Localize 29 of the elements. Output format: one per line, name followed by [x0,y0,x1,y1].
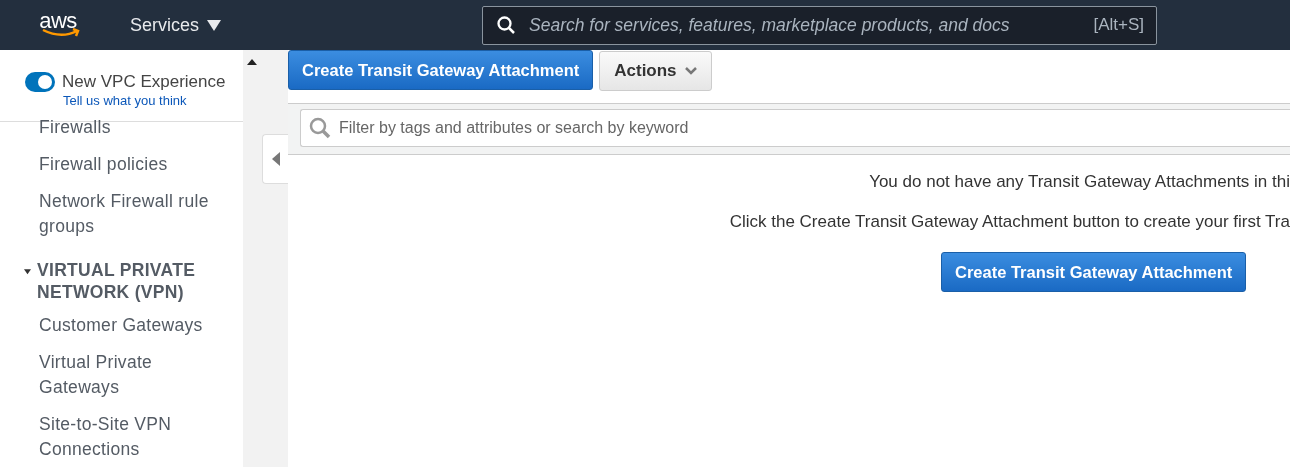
filter-bar[interactable]: Filter by tags and attributes or search by keyword [300,109,1290,147]
create-button[interactable]: Create Transit Gateway Attachment [288,50,594,90]
empty-message: Click the Create Transit Gateway Attachment button to create your first Tra [729,212,1290,232]
chevron-down-icon [684,67,697,75]
nav-link[interactable]: Network Firewall rule groups [0,189,243,251]
collapse-button[interactable] [262,134,288,184]
empty-message: You do not have any Transit Gateway Attachments in thi [869,172,1290,192]
nav-link[interactable]: Site-to-Site VPN Connections [0,412,243,467]
shortcut-hint: [Alt+S] [1093,15,1144,35]
toggle-switch[interactable] [25,72,55,92]
nav-link[interactable]: Firewall policies [0,152,243,189]
section-heading: VIRTUAL PRIVATE NETWORK (VPN) [37,259,197,303]
caret-down-icon[interactable] [24,266,31,277]
actions-button[interactable]: Actions [599,51,712,91]
search-input[interactable]: Search for services, features, marketplace products, and docs [527,13,1082,37]
search-icon [309,117,331,139]
nav-link[interactable]: Customer Gateways [0,313,243,350]
nav-link[interactable]: Firewalls [0,115,243,152]
nav-link[interactable]: Virtual Private Gateways [0,350,243,412]
caret-left-icon [271,152,280,166]
feedback-link[interactable]: Tell us what you think [63,93,243,108]
toggle-label: New VPC Experience [62,72,226,92]
caret-icon [207,19,222,31]
scroll-up-icon[interactable] [247,59,257,65]
services-menu[interactable]: Services [130,14,482,36]
aws-logo[interactable]: aws [39,12,77,38]
create-button[interactable]: Create Transit Gateway Attachment [941,252,1247,292]
search-icon [497,16,515,34]
search-bar[interactable]: Search for services, features, marketplace products, and docs [Alt+S] [482,5,1157,45]
